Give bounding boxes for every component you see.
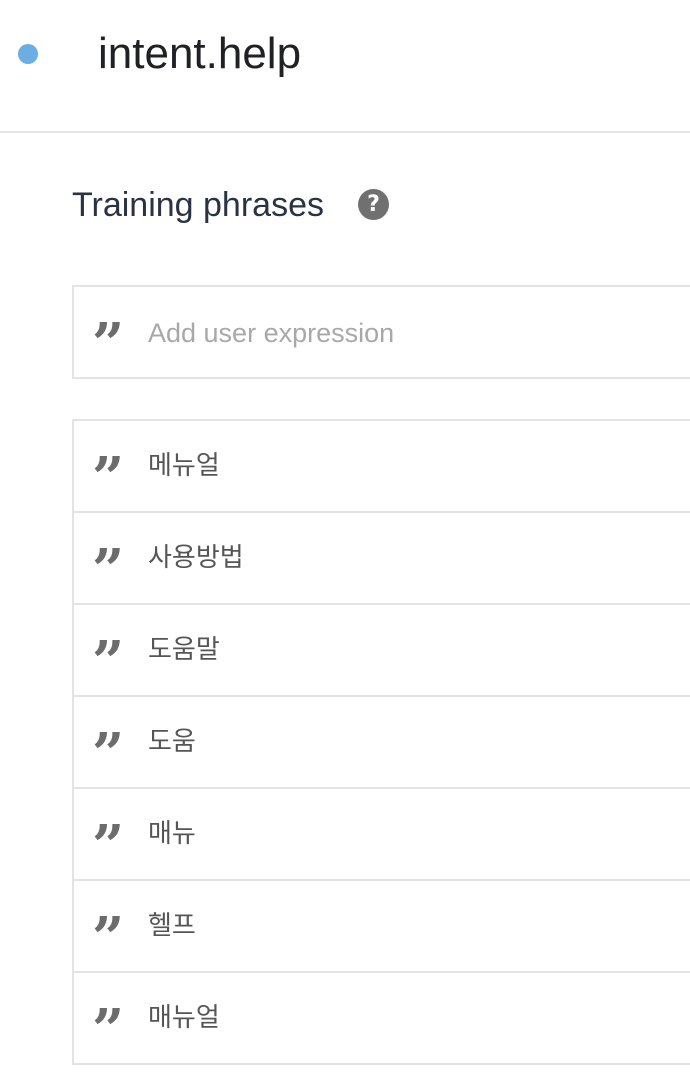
training-phrase-row[interactable]: ” 메뉴얼 [74, 421, 690, 513]
training-phrase-row[interactable]: ” 헬프 [74, 881, 690, 973]
quote-icon: ” [92, 634, 122, 666]
training-phrase-row[interactable]: ” 매뉴 [74, 789, 690, 881]
quote-icon: ” [92, 316, 122, 348]
status-dot [18, 44, 38, 64]
training-phrase-text[interactable]: 메뉴얼 [148, 421, 220, 511]
training-phrase-list: ” 메뉴얼 ” 사용방법 ” 도움말 ” 도움 ” 매뉴 ” 헬프 ” 매뉴얼 [72, 419, 690, 1065]
training-phrase-text[interactable]: 도움말 [148, 605, 220, 695]
training-phrase-row[interactable]: ” 도움말 [74, 605, 690, 697]
intent-header: intent.help [0, 0, 690, 133]
intent-name[interactable]: intent.help [98, 27, 301, 81]
training-phrase-text[interactable]: 도움 [148, 697, 196, 787]
training-phrase-text[interactable]: 매뉴 [148, 789, 196, 879]
training-phrases-title: Training phrases [72, 186, 324, 224]
quote-icon: ” [92, 910, 122, 942]
add-expression-box[interactable]: ” [72, 285, 690, 379]
help-icon[interactable]: ? [358, 189, 389, 220]
training-phrase-row[interactable]: ” 도움 [74, 697, 690, 789]
training-phrase-row[interactable]: ” 사용방법 [74, 513, 690, 605]
quote-icon: ” [92, 818, 122, 850]
training-phrase-row[interactable]: ” 매뉴얼 [74, 973, 690, 1065]
training-phrase-text[interactable]: 사용방법 [148, 513, 244, 603]
quote-icon: ” [92, 542, 122, 574]
add-user-expression-input[interactable] [148, 311, 688, 355]
quote-icon: ” [92, 450, 122, 482]
quote-icon: ” [92, 1002, 122, 1034]
quote-icon: ” [92, 726, 122, 758]
training-phrase-text[interactable]: 헬프 [148, 881, 196, 971]
training-phrase-text[interactable]: 매뉴얼 [148, 973, 220, 1063]
